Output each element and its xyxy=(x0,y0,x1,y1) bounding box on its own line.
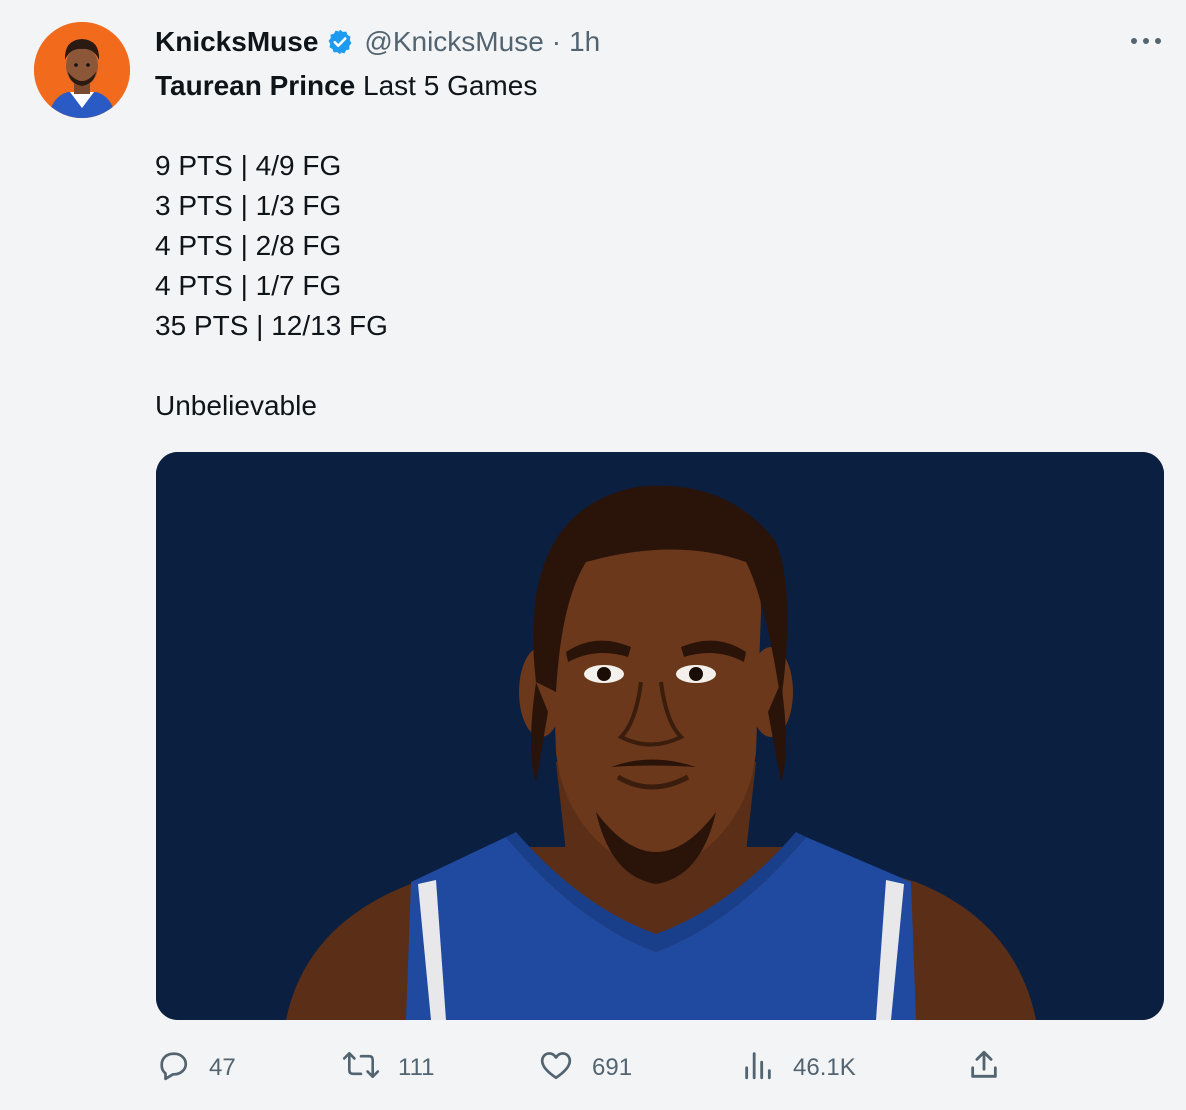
views-count: 46.1K xyxy=(793,1054,856,1081)
stat-line-3: 4 PTS | 2/8 FG xyxy=(155,230,342,261)
reply-count: 47 xyxy=(209,1054,236,1081)
retweet-count: 111 xyxy=(398,1054,435,1081)
headline-rest: Last 5 Games xyxy=(355,70,538,101)
tweet-header: KnicksMuse @KnicksMuse · 1h xyxy=(155,22,600,62)
stat-line-2: 3 PTS | 1/3 FG xyxy=(155,190,342,221)
player-name: Taurean Prince xyxy=(155,70,356,101)
stat-line-5: 35 PTS | 12/13 FG xyxy=(155,310,388,341)
share-icon xyxy=(967,1047,1001,1090)
like-count: 691 xyxy=(592,1054,633,1081)
reply-button[interactable]: 47 xyxy=(155,1040,236,1096)
retweet-button[interactable]: 111 xyxy=(342,1040,434,1096)
tweet-media-image[interactable] xyxy=(156,452,1164,1020)
author-display-name[interactable]: KnicksMuse xyxy=(155,26,318,58)
verified-badge-icon xyxy=(326,28,354,56)
views-button[interactable]: 46.1K xyxy=(741,1040,856,1096)
tweet-closing-text: Unbelievable xyxy=(155,390,317,421)
stat-line-1: 9 PTS | 4/9 FG xyxy=(155,150,342,181)
more-options-icon[interactable] xyxy=(1126,26,1166,56)
reply-icon xyxy=(155,1047,191,1090)
views-icon xyxy=(741,1047,775,1090)
author-avatar[interactable] xyxy=(34,22,130,118)
share-button[interactable] xyxy=(967,1040,1001,1096)
heart-icon xyxy=(538,1047,574,1090)
tweet-actions-bar: 47 111 691 46.1K xyxy=(155,1040,1015,1096)
tweet-body: Taurean Prince Last 5 Games 9 PTS | 4/9 … xyxy=(155,66,537,426)
tweet-headline: Taurean Prince Last 5 Games xyxy=(155,66,537,106)
like-button[interactable]: 691 xyxy=(538,1040,632,1096)
stat-line-4: 4 PTS | 1/7 FG xyxy=(155,270,342,301)
retweet-icon xyxy=(342,1047,380,1090)
author-handle[interactable]: @KnicksMuse xyxy=(364,26,543,58)
tweet-timestamp[interactable]: 1h xyxy=(569,26,600,58)
separator-dot: · xyxy=(551,26,562,57)
